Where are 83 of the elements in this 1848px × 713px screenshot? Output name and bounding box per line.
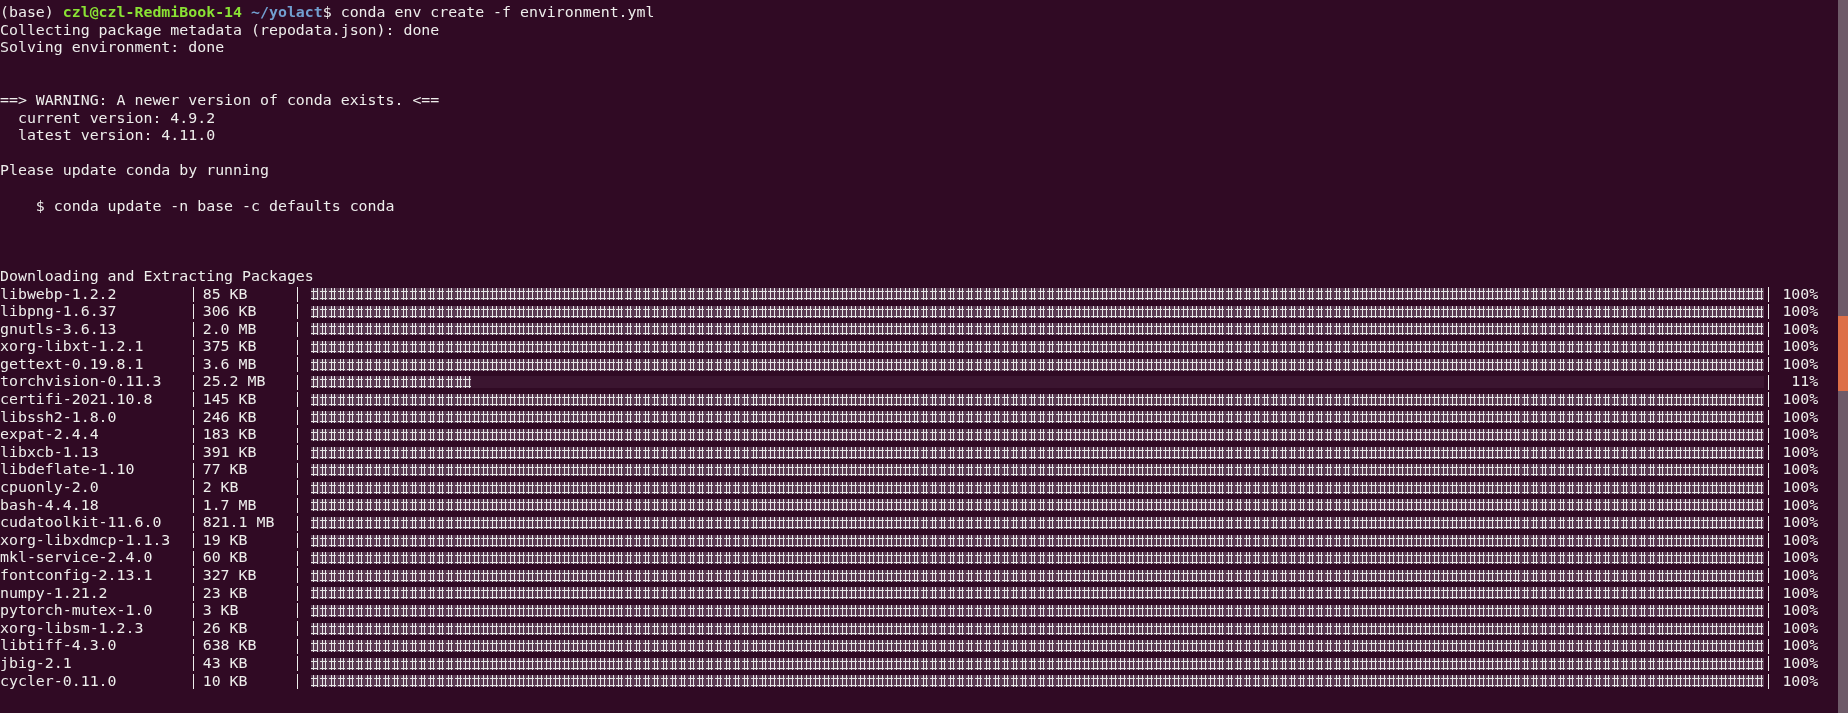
percent-text: 100%: [1782, 583, 1819, 602]
package-size: 306 KB: [202, 302, 257, 321]
percent-text: 100%: [1782, 425, 1819, 444]
package-size: 2 KB: [202, 478, 239, 497]
package-name: cycler-0.11.0: [0, 671, 117, 690]
package-name: gnutls-3.6.13: [0, 319, 117, 338]
package-name: numpy-1.21.2: [0, 583, 108, 602]
terminal-line: Collecting package metadata (repodata.json): done: [0, 21, 440, 40]
percent-text: 100%: [1782, 566, 1819, 584]
percent-text: 100%: [1782, 390, 1819, 409]
percent-text: 100%: [1782, 478, 1819, 497]
package-size: 43 KB: [202, 653, 248, 672]
package-name: libdeflate-1.10: [0, 460, 135, 479]
package-name: pytorch-mutex-1.0: [0, 601, 153, 620]
package-name: certifi-2021.10.8: [0, 390, 153, 409]
package-size: 3 KB: [202, 601, 239, 620]
package-size: 821.1 MB: [202, 513, 275, 532]
package-name: cudatoolkit-11.6.0: [0, 513, 162, 532]
percent-text: 100%: [1782, 530, 1819, 549]
percent-text: 100%: [1782, 636, 1819, 655]
terminal-line: Please update conda by running: [0, 162, 269, 180]
package-size: 23 KB: [202, 583, 248, 602]
package-size: 246 KB: [202, 407, 257, 426]
terminal-line: current version: 4.9.2: [16, 109, 216, 128]
package-name: libxcb-1.13: [0, 442, 99, 461]
terminal-line: Downloading and Extracting Packages: [0, 267, 314, 286]
percent-text: 100%: [1782, 513, 1819, 532]
package-name: gettext-0.19.8.1: [0, 354, 144, 373]
percent-text: 100%: [1782, 618, 1819, 637]
percent-text: 100%: [1782, 495, 1819, 514]
package-size: 85 KB: [202, 284, 248, 303]
package-size: 60 KB: [202, 548, 248, 567]
percent-text: 100%: [1782, 337, 1819, 356]
percent-text: 100%: [1782, 460, 1819, 479]
scrollbar-thumb[interactable]: [1838, 316, 1848, 391]
package-name: fontconfig-2.13.1: [0, 566, 153, 584]
package-name: mkl-service-2.4.0: [0, 548, 153, 567]
package-size: 19 KB: [202, 530, 248, 549]
percent-text: 100%: [1782, 442, 1819, 461]
package-size: 1.7 MB: [202, 495, 257, 514]
percent-text: 100%: [1782, 284, 1819, 303]
package-size: 145 KB: [202, 390, 257, 409]
package-name: expat-2.4.4: [0, 425, 99, 444]
package-size: 26 KB: [202, 618, 248, 637]
package-name: torchvision-0.11.3: [0, 372, 162, 391]
percent-text: 100%: [1782, 601, 1819, 620]
package-name: libtiff-4.3.0: [0, 636, 117, 655]
percent-text: 11%: [1791, 372, 1819, 391]
package-name: libssh2-1.8.0: [0, 407, 117, 426]
package-size: 3.6 MB: [202, 354, 257, 373]
terminal-line: latest version: 4.11.0: [16, 127, 216, 145]
percent-text: 100%: [1782, 302, 1819, 321]
package-size: 375 KB: [202, 337, 257, 356]
percent-text: 100%: [1782, 354, 1819, 373]
scrollbar-track[interactable]: [1838, 0, 1848, 713]
prompt-env: (base): [0, 4, 54, 22]
package-size: 327 KB: [202, 566, 257, 584]
percent-text: 100%: [1782, 653, 1819, 672]
package-name: bash-4.4.18: [0, 495, 99, 514]
terminal-line: Solving environment: done: [0, 39, 225, 57]
package-name: xorg-libsm-1.2.3: [0, 618, 144, 637]
terminal-line: ==> WARNING: A newer version of conda exists. <==: [0, 91, 440, 110]
package-size: 638 KB: [202, 636, 257, 655]
package-size: 2.0 MB: [202, 319, 257, 338]
package-name: libpng-1.6.37: [0, 302, 117, 321]
percent-text: 100%: [1782, 548, 1819, 567]
user-host: czl@czl-RedmiBook-14: [62, 4, 243, 22]
percent-text: 100%: [1782, 671, 1819, 690]
prompt-path: ~/yolact: [251, 4, 323, 22]
package-size: 77 KB: [202, 460, 248, 479]
package-name: jbig-2.1: [0, 653, 72, 672]
percent-text: 100%: [1782, 319, 1819, 338]
package-size: 391 KB: [202, 442, 257, 461]
package-size: 25.2 MB: [202, 372, 266, 391]
package-name: libwebp-1.2.2: [0, 284, 117, 303]
command: $ conda env create -f environment.yml: [322, 4, 655, 22]
package-name: cpuonly-2.0: [0, 478, 99, 497]
package-size: 183 KB: [202, 425, 257, 444]
terminal-line: $ conda update -n base -c defaults conda: [34, 197, 395, 216]
package-name: xorg-libxt-1.2.1: [0, 337, 144, 356]
package-size: 10 KB: [202, 671, 248, 690]
package-name: xorg-libxdmcp-1.1.3: [0, 530, 171, 549]
percent-text: 100%: [1782, 407, 1819, 426]
